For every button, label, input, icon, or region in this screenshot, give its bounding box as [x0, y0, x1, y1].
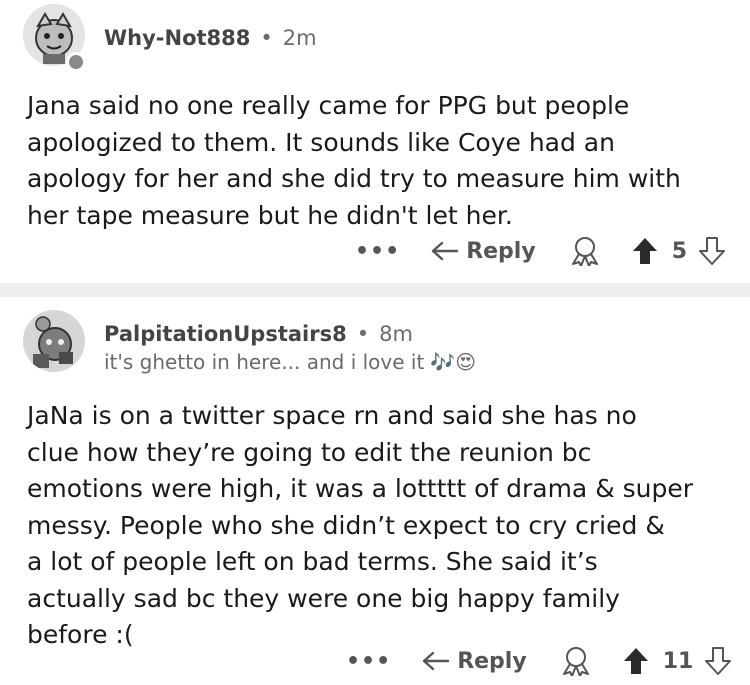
- award-button[interactable]: [559, 646, 593, 676]
- downvote-button[interactable]: [705, 647, 732, 675]
- flair-text: it's ghetto in here... and i love it: [104, 350, 425, 374]
- downvote-arrow-icon: [705, 647, 732, 675]
- award-icon: [562, 647, 589, 676]
- author-name[interactable]: PalpitationUpstairs8: [104, 322, 347, 346]
- upvote-arrow-icon: [623, 648, 648, 674]
- comment-line: JaNa is on a twitter space rn and said s…: [27, 401, 637, 430]
- comment-line: a lot of people left on bad terms. She s…: [27, 547, 598, 576]
- flair-emoji: 🎶😍: [430, 350, 477, 374]
- comment-meta: PalpitationUpstairs8 • 8m: [104, 322, 413, 346]
- comment-age: 8m: [379, 322, 413, 346]
- comment-line: messy. People who she didn’t expect to c…: [27, 510, 665, 540]
- user-avatar[interactable]: [23, 310, 85, 372]
- comment-body: JaNa is on a twitter space rn and said s…: [27, 398, 727, 654]
- comment-actions: ••• Reply 11: [346, 646, 732, 676]
- vote-score: 11: [662, 648, 694, 674]
- reply-label: Reply: [457, 648, 527, 674]
- comment-line: actually sad bc they were one big happy …: [27, 583, 620, 613]
- user-flair: it's ghetto in here... and i love it 🎶😍: [104, 350, 476, 374]
- meta-separator: •: [356, 322, 370, 346]
- more-options-button[interactable]: •••: [346, 649, 391, 674]
- reply-button[interactable]: Reply: [421, 649, 527, 674]
- comment-line: clue how they’re going to edit the reuni…: [27, 437, 592, 467]
- upvote-button[interactable]: [623, 647, 649, 675]
- comment-line: emotions were high, it was a lottttt of …: [27, 474, 694, 503]
- reply-icon: [422, 651, 450, 671]
- comment: PalpitationUpstairs8 • 8m it's ghetto in…: [0, 0, 750, 676]
